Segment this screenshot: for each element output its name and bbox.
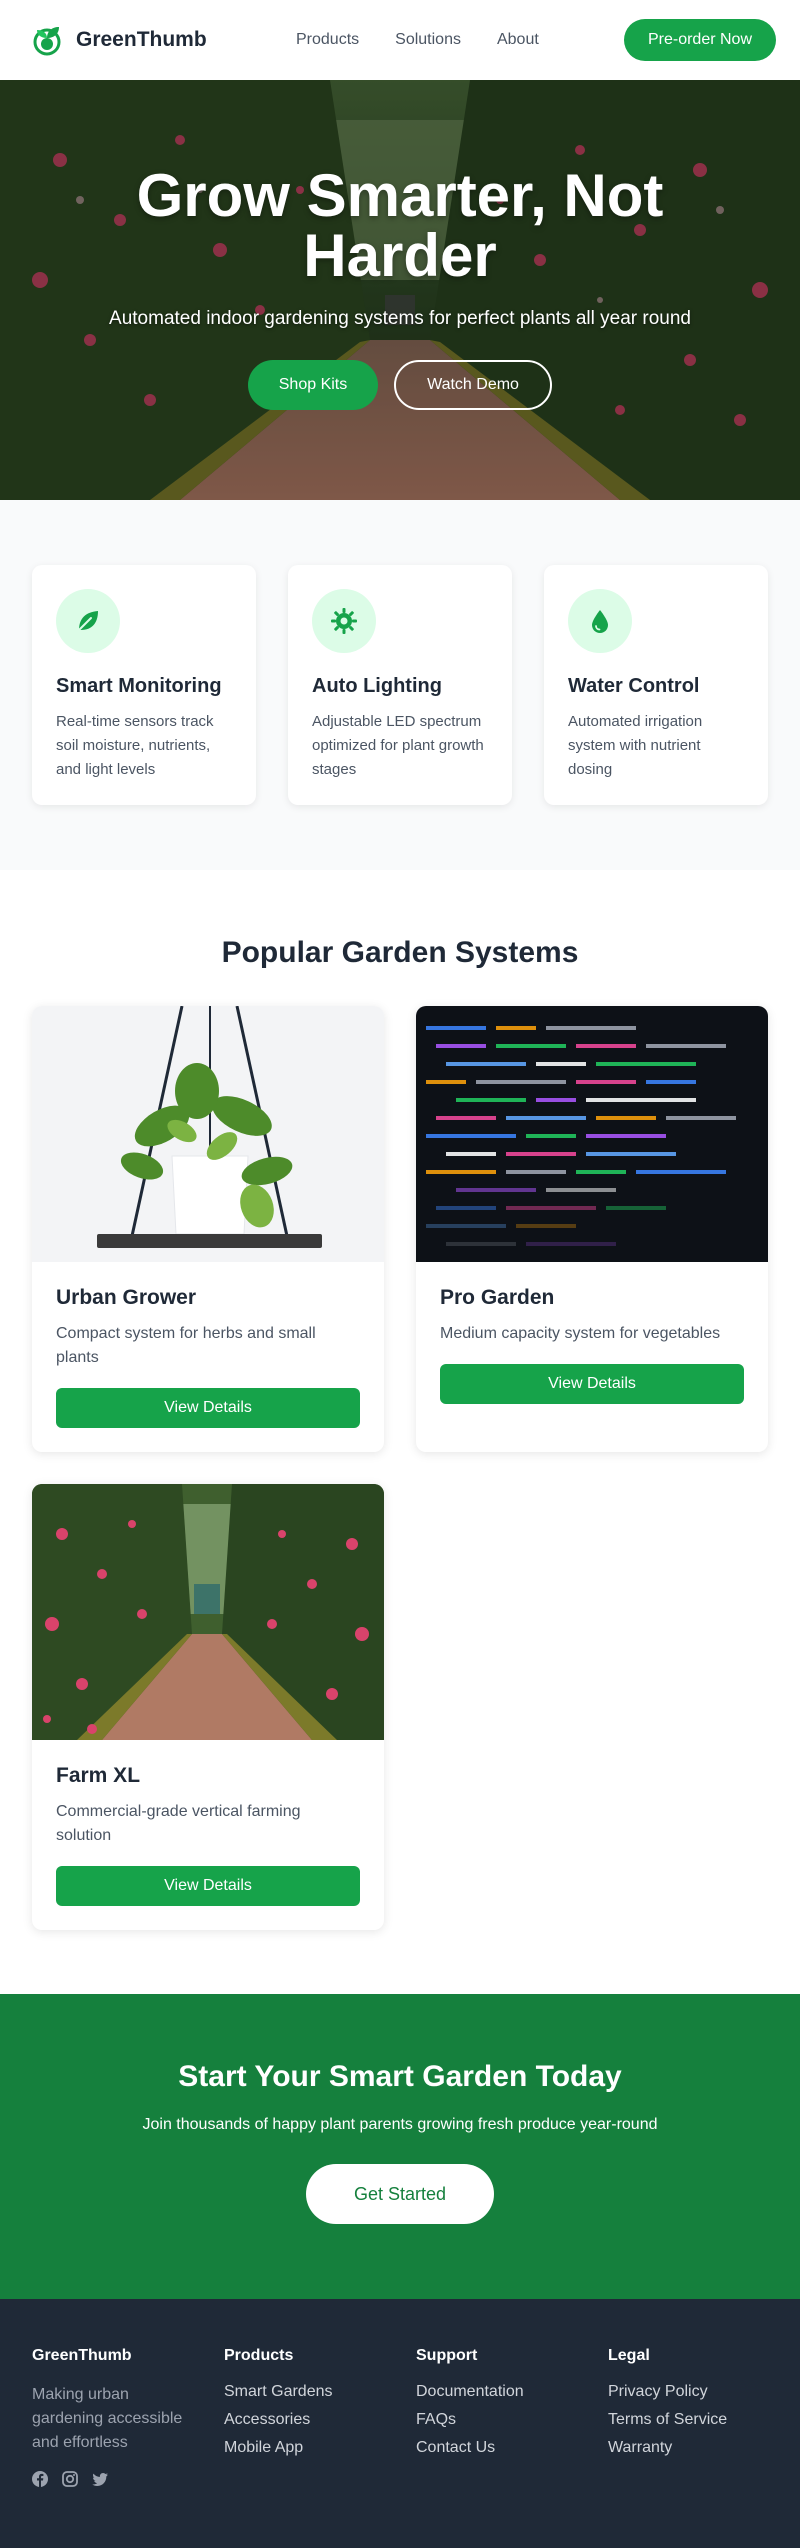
feature-title: Auto Lighting bbox=[312, 675, 442, 697]
urban-grower-image bbox=[32, 1006, 384, 1262]
shop-kits-button[interactable]: Shop Kits bbox=[248, 360, 378, 410]
watch-demo-button[interactable]: Watch Demo bbox=[394, 360, 552, 410]
footer-link[interactable]: Accessories bbox=[224, 2411, 310, 2428]
hero: Grow Smarter, Not Harder Automated indoo… bbox=[0, 80, 800, 500]
footer-link[interactable]: Smart Gardens bbox=[224, 2383, 332, 2400]
view-details-button[interactable]: View Details bbox=[56, 1866, 360, 1906]
feature-card-smart-monitoring: Smart Monitoring Real-time sensors track… bbox=[32, 565, 256, 805]
footer-column-products: Products Smart Gardens Accessories Mobil… bbox=[224, 2347, 384, 2500]
feature-desc: Real-time sensors track soil moisture, n… bbox=[56, 713, 214, 778]
footer-link[interactable]: Terms of Service bbox=[608, 2411, 727, 2428]
leaf-icon bbox=[56, 589, 120, 653]
facebook-icon[interactable] bbox=[32, 2471, 48, 2487]
view-details-button[interactable]: View Details bbox=[56, 1388, 360, 1428]
product-desc: Commercial-grade vertical farming soluti… bbox=[56, 1803, 301, 1844]
feature-desc: Adjustable LED spectrum optimized for pl… bbox=[312, 713, 484, 778]
farm-xl-image bbox=[32, 1484, 384, 1740]
instagram-icon[interactable] bbox=[62, 2471, 78, 2487]
footer-brand: GreenThumb bbox=[32, 2347, 132, 2364]
product-name: Urban Grower bbox=[56, 1286, 197, 1309]
feature-title: Water Control bbox=[568, 675, 700, 697]
feature-title: Smart Monitoring bbox=[56, 675, 222, 697]
get-started-button[interactable]: Get Started bbox=[306, 2164, 494, 2224]
nav-link-products[interactable]: Products bbox=[296, 31, 359, 49]
footer-link[interactable]: Mobile App bbox=[224, 2439, 303, 2456]
footer-link[interactable]: Documentation bbox=[416, 2383, 524, 2400]
footer-column-legal: Legal Privacy Policy Terms of Service Wa… bbox=[608, 2347, 768, 2500]
cta-title: Start Your Smart Garden Today bbox=[178, 2060, 622, 2093]
cta-banner: Start Your Smart Garden Today Join thous… bbox=[0, 1994, 800, 2299]
features: Smart Monitoring Real-time sensors track… bbox=[0, 500, 800, 870]
products-title: Popular Garden Systems bbox=[221, 936, 579, 969]
droplet-icon bbox=[568, 589, 632, 653]
hero-title: Grow Smarter, Not Harder bbox=[136, 162, 664, 289]
leaf-logo-icon bbox=[32, 23, 62, 57]
product-card-pro-garden: Pro Garden Medium capacity system for ve… bbox=[416, 1006, 768, 1452]
footer-about: Making urban gardening accessible and ef… bbox=[32, 2386, 183, 2451]
nav-link-solutions[interactable]: Solutions bbox=[395, 31, 461, 49]
sun-icon bbox=[312, 589, 376, 653]
hero-subtitle: Automated indoor gardening systems for p… bbox=[109, 308, 691, 329]
product-card-farm-xl: Farm XL Commercial-grade vertical farmin… bbox=[32, 1484, 384, 1930]
footer-link[interactable]: Privacy Policy bbox=[608, 2383, 708, 2400]
preorder-button[interactable]: Pre-order Now bbox=[623, 19, 776, 61]
product-card-urban-grower: Urban Grower Compact system for herbs an… bbox=[32, 1006, 384, 1452]
top-nav: GreenThumb Products Solutions About Pre-… bbox=[0, 0, 800, 80]
feature-card-water-control: Water Control Automated irrigation syste… bbox=[544, 565, 768, 805]
footer-link[interactable]: Contact Us bbox=[416, 2439, 495, 2456]
footer-brand-column: GreenThumb Making urban gardening access… bbox=[32, 2347, 192, 2500]
cta-subtitle: Join thousands of happy plant parents gr… bbox=[142, 2116, 658, 2133]
nav-links: Products Solutions About bbox=[296, 31, 539, 49]
product-name: Pro Garden bbox=[440, 1286, 555, 1309]
pro-garden-image bbox=[416, 1006, 768, 1262]
products-section: Popular Garden Systems Urban Grower Comp… bbox=[0, 870, 800, 1994]
feature-desc: Automated irrigation system with nutrien… bbox=[568, 713, 703, 778]
product-grid: Urban Grower Compact system for herbs an… bbox=[32, 1006, 768, 1930]
twitter-icon[interactable] bbox=[92, 2471, 108, 2487]
product-desc: Compact system for herbs and small plant… bbox=[56, 1325, 316, 1366]
social-links bbox=[32, 2471, 192, 2487]
footer-heading: Products bbox=[224, 2347, 294, 2364]
footer-link[interactable]: Warranty bbox=[608, 2439, 672, 2456]
nav-link-about[interactable]: About bbox=[497, 31, 539, 49]
footer-link[interactable]: FAQs bbox=[416, 2411, 456, 2428]
view-details-button[interactable]: View Details bbox=[440, 1364, 744, 1404]
brand-name: GreenThumb bbox=[76, 28, 207, 51]
feature-card-auto-lighting: Auto Lighting Adjustable LED spectrum op… bbox=[288, 565, 512, 805]
product-desc: Medium capacity system for vegetables bbox=[440, 1325, 721, 1342]
product-name: Farm XL bbox=[56, 1764, 141, 1787]
footer: GreenThumb Making urban gardening access… bbox=[0, 2299, 800, 2548]
brand[interactable]: GreenThumb bbox=[32, 23, 207, 57]
footer-column-support: Support Documentation FAQs Contact Us bbox=[416, 2347, 576, 2500]
footer-heading: Legal bbox=[608, 2347, 650, 2364]
footer-heading: Support bbox=[416, 2347, 478, 2364]
